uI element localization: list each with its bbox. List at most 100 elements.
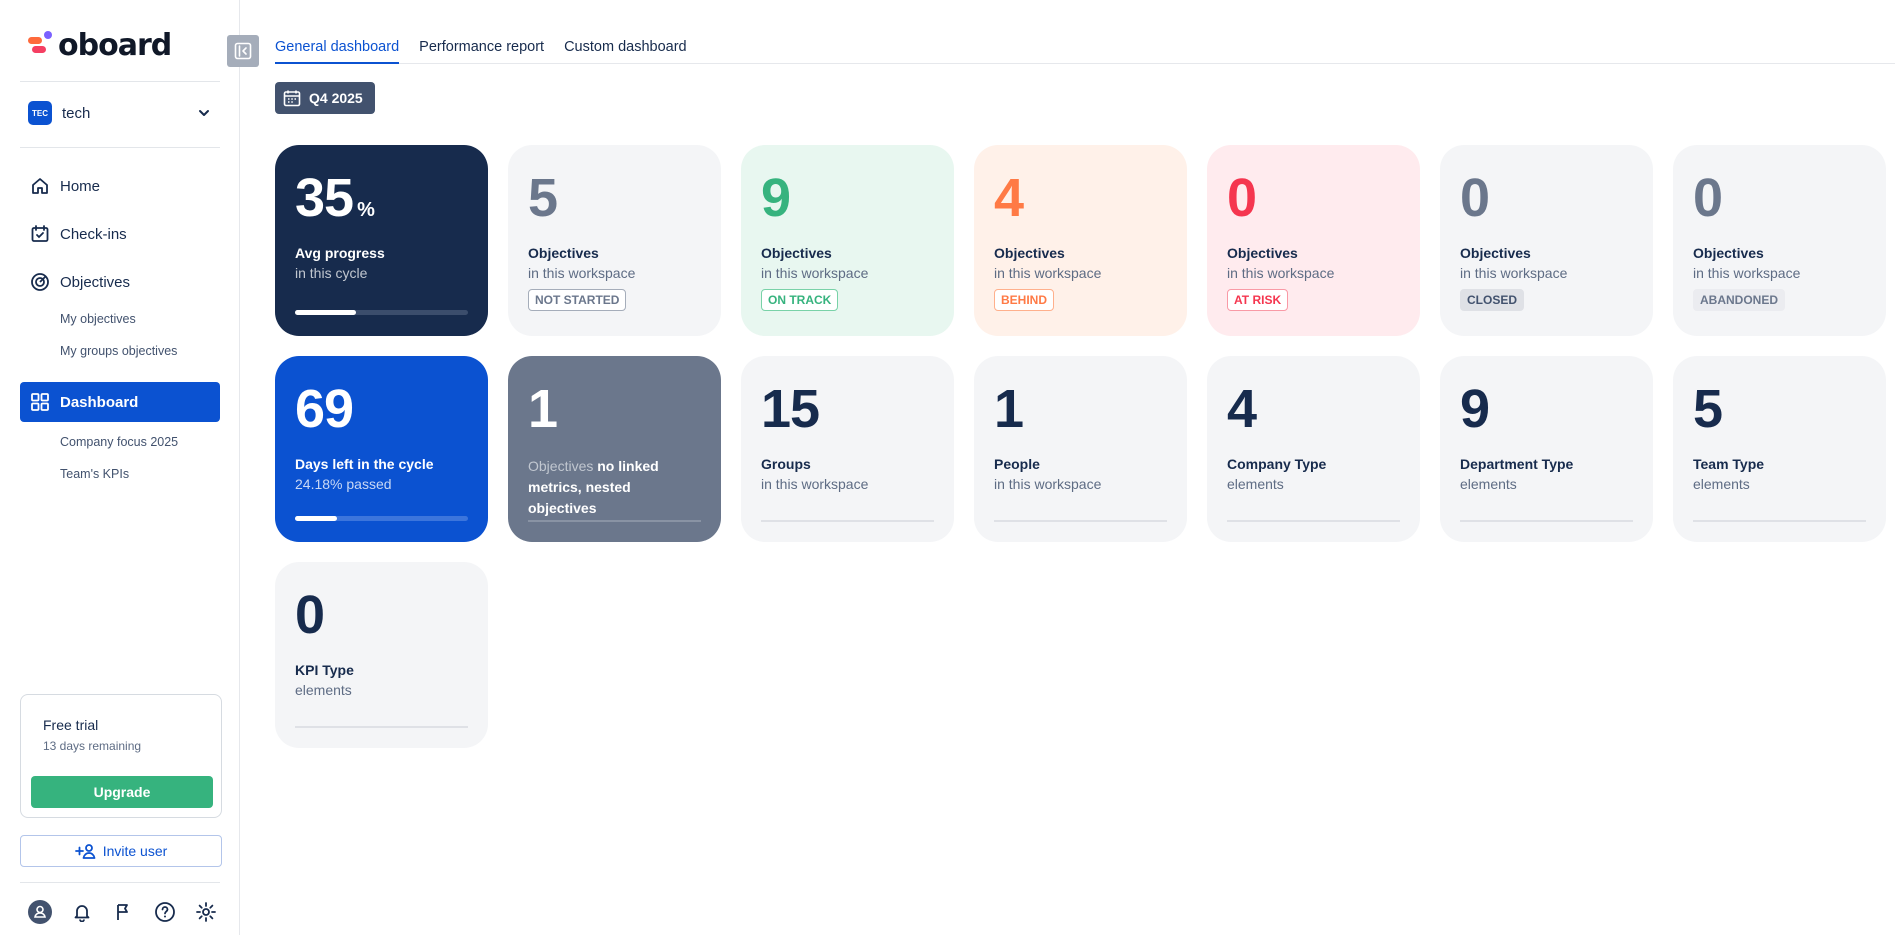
card-value: 15 (761, 379, 820, 439)
nav-item-checkins[interactable]: Check-ins (20, 214, 220, 254)
card-title: Department Type (1460, 456, 1574, 472)
nav-item-dashboard[interactable]: Dashboard (20, 382, 220, 422)
nav-sub-teams-kpis[interactable]: Team's KPIs (60, 467, 129, 481)
card-avg-progress[interactable]: 35% Avg progress in this cycle (275, 145, 488, 336)
footer-toolbar (28, 900, 218, 924)
card-subtitle: in this workspace (528, 265, 636, 281)
card-title: Objectives (1693, 245, 1764, 261)
card-divider (761, 520, 934, 522)
card-title: Groups (761, 456, 811, 472)
card-objectives-behind[interactable]: 4 Objectives in this workspace BEHIND (974, 145, 1187, 336)
card-title: Objectives (994, 245, 1065, 261)
trial-title: Free trial (43, 717, 99, 733)
card-subtitle: in this cycle (295, 265, 368, 281)
status-badge: ON TRACK (761, 289, 839, 311)
nav-sub-my-objectives[interactable]: My objectives (60, 312, 136, 326)
card-value: 4 (1227, 379, 1257, 439)
grid-icon (30, 392, 50, 412)
card-subtitle: 24.18% passed (295, 476, 392, 492)
gear-icon[interactable] (194, 900, 218, 924)
card-objectives-not-started[interactable]: 5 Objectives in this workspace NOT START… (508, 145, 721, 336)
card-groups[interactable]: 15 Groups in this workspace (741, 356, 954, 542)
card-title-prefix: Objectives (528, 458, 594, 474)
workspace-switcher[interactable]: TEC tech (28, 101, 212, 125)
card-value: 9 (1460, 379, 1490, 439)
card-objectives-on-track[interactable]: 9 Objectives in this workspace ON TRACK (741, 145, 954, 336)
card-subtitle: elements (295, 682, 352, 698)
invite-user-button[interactable]: Invite user (20, 835, 222, 867)
card-value: 0 (295, 585, 325, 645)
period-label: Q4 2025 (309, 90, 363, 106)
brand-name: oboard (58, 27, 172, 63)
target-icon (30, 272, 50, 292)
help-icon[interactable] (153, 900, 177, 924)
free-trial-panel: Free trial 13 days remaining Upgrade (20, 694, 222, 818)
card-objectives-closed[interactable]: 0 Objectives in this workspace CLOSED (1440, 145, 1653, 336)
nav-label: Objectives (60, 273, 131, 291)
divider (20, 147, 220, 148)
add-user-icon (74, 844, 96, 859)
logo-mark-icon (28, 31, 52, 59)
card-value: 0 (1227, 168, 1257, 228)
card-objectives-at-risk[interactable]: 0 Objectives in this workspace AT RISK (1207, 145, 1420, 336)
card-subtitle: in this workspace (761, 476, 869, 492)
card-value: 1 (994, 379, 1024, 439)
card-team-type[interactable]: 5 Team Type elements (1673, 356, 1886, 542)
flag-icon[interactable] (111, 900, 135, 924)
card-days-left[interactable]: 69 Days left in the cycle 24.18% passed (275, 356, 488, 542)
calendar-icon (283, 90, 301, 107)
trial-remaining: 13 days remaining (43, 739, 142, 753)
period-selector[interactable]: Q4 2025 (275, 82, 375, 114)
divider (20, 81, 220, 82)
invite-label: Invite user (102, 843, 168, 859)
card-company-type[interactable]: 4 Company Type elements (1207, 356, 1420, 542)
card-people[interactable]: 1 People in this workspace (974, 356, 1187, 542)
status-badge: ABANDONED (1693, 289, 1785, 311)
card-no-linked-objectives[interactable]: 1 Objectives no linked metrics, nested o… (508, 356, 721, 542)
card-title: Objectives (1227, 245, 1298, 261)
card-title: People (994, 456, 1040, 472)
dashboard-tabs: General dashboard Performance report Cus… (275, 36, 1895, 64)
tab-general-dashboard[interactable]: General dashboard (275, 36, 400, 64)
card-subtitle: in this workspace (761, 265, 869, 281)
card-title: Days left in the cycle (295, 456, 434, 472)
nav-sub-my-groups-objectives[interactable]: My groups objectives (60, 344, 177, 358)
sidebar: oboard TEC tech Home Check-ins Objective… (0, 0, 240, 935)
card-title: Objectives (761, 245, 832, 261)
card-kpi-type[interactable]: 0 KPI Type elements (275, 562, 488, 748)
brand-logo[interactable]: oboard (28, 27, 172, 63)
nav-item-home[interactable]: Home (20, 166, 220, 206)
card-divider (528, 520, 701, 522)
card-value: 0 (1460, 168, 1490, 228)
card-title: Team Type (1693, 456, 1765, 472)
card-subtitle: elements (1460, 476, 1517, 492)
card-subtitle: in this workspace (1460, 265, 1568, 281)
card-objectives-abandoned[interactable]: 0 Objectives in this workspace ABANDONED (1673, 145, 1886, 336)
card-divider (1460, 520, 1633, 522)
chevron-down-icon (199, 110, 209, 116)
card-department-type[interactable]: 9 Department Type elements (1440, 356, 1653, 542)
status-badge: NOT STARTED (528, 289, 627, 311)
card-value: 35% (295, 168, 375, 228)
card-value: 0 (1693, 168, 1723, 228)
status-badge: BEHIND (994, 289, 1055, 311)
user-icon[interactable] (28, 900, 52, 924)
card-divider (295, 726, 468, 728)
divider (20, 882, 220, 883)
status-badge: AT RISK (1227, 289, 1289, 311)
card-subtitle: elements (1227, 476, 1284, 492)
workspace-badge: TEC (28, 101, 52, 125)
upgrade-button[interactable]: Upgrade (31, 776, 213, 808)
card-value: 5 (1693, 379, 1723, 439)
collapse-sidebar-button[interactable] (227, 35, 259, 67)
card-subtitle: in this workspace (994, 476, 1102, 492)
nav-item-objectives[interactable]: Objectives (20, 262, 220, 302)
nav-sub-company-focus[interactable]: Company focus 2025 (60, 435, 178, 449)
home-icon (30, 176, 50, 196)
card-subtitle: in this workspace (1227, 265, 1335, 281)
tab-performance-report[interactable]: Performance report (419, 36, 544, 64)
tab-custom-dashboard[interactable]: Custom dashboard (564, 36, 687, 64)
bell-icon[interactable] (70, 900, 94, 924)
nav-label: Check-ins (60, 225, 127, 243)
card-divider (1227, 520, 1400, 522)
